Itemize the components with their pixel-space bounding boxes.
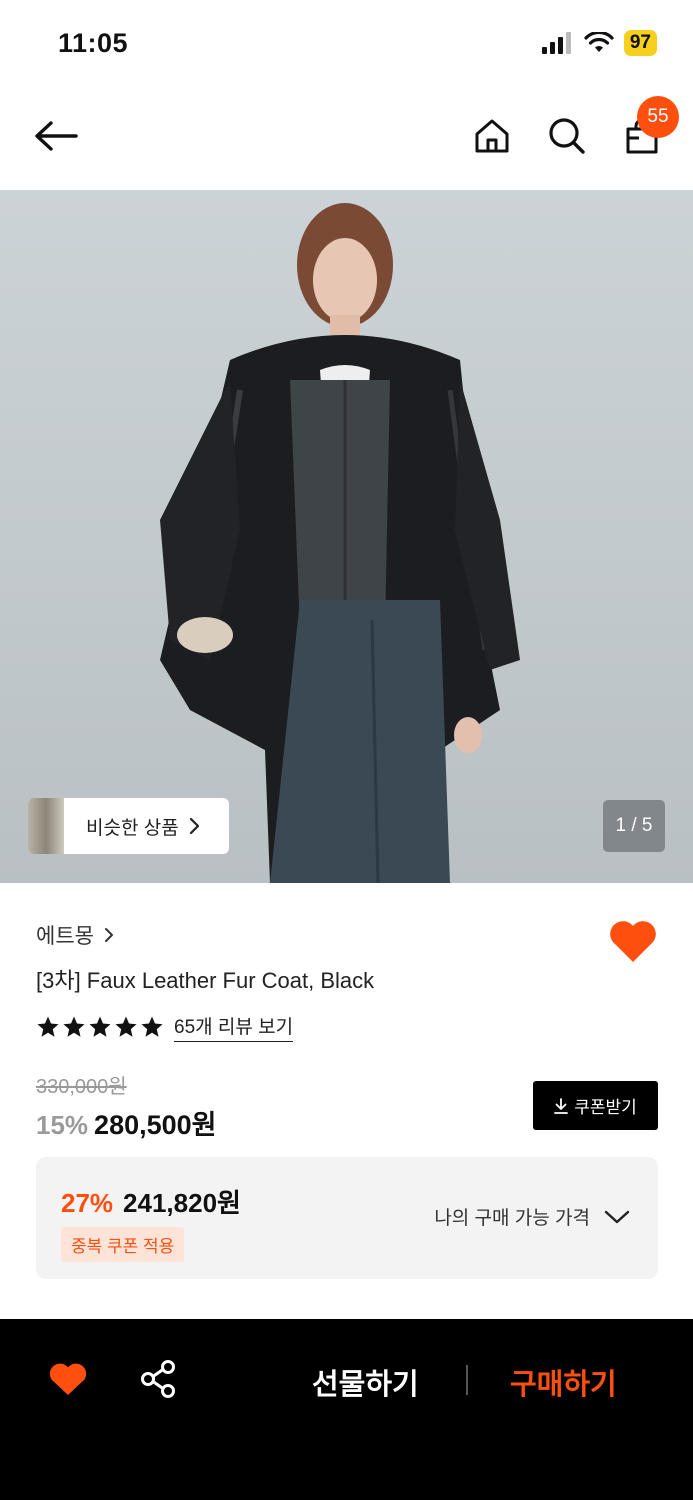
home-button[interactable]: [464, 108, 520, 164]
wifi-icon: [584, 32, 614, 52]
status-bar: 11:05 97: [0, 0, 693, 88]
my-price-label: 나의 구매 가능 가격: [434, 1208, 590, 1229]
chevron-down-icon: [604, 1210, 630, 1223]
sale-price: 280,500원: [94, 1110, 217, 1140]
chevron-right-icon: [104, 928, 113, 942]
star-rating: [36, 1015, 164, 1039]
gift-button[interactable]: 선물하기: [312, 1361, 419, 1403]
star-icon: [89, 1016, 111, 1037]
my-price-box[interactable]: 27% 241,820원 중복 쿠폰 적용 나의 구매 가능 가격: [36, 1157, 658, 1279]
stacked-coupon-badge: 중복 쿠폰 적용: [61, 1227, 185, 1262]
product-title: [3차] Faux Leather Fur Coat, Black: [36, 968, 375, 993]
search-button[interactable]: [539, 108, 595, 164]
my-discount-rate: 27%: [61, 1188, 114, 1218]
product-image[interactable]: 비슷한 상품 1 / 5: [0, 190, 693, 883]
search-icon: [549, 118, 585, 154]
product-photo: [160, 203, 520, 883]
cart-count-badge: 55: [637, 96, 679, 138]
rating-row: 65개 리뷰 보기: [36, 1012, 294, 1042]
coupon-download-button[interactable]: 쿠폰받기: [533, 1081, 658, 1130]
similar-products-thumbnail: [28, 798, 64, 854]
star-icon: [115, 1016, 137, 1037]
share-icon[interactable]: [138, 1359, 178, 1399]
image-counter: 1 / 5: [603, 800, 665, 852]
star-icon: [37, 1016, 59, 1037]
my-price-row: 27% 241,820원: [61, 1183, 241, 1220]
signal-icon: [541, 32, 571, 54]
similar-products-label: 비슷한 상품: [86, 817, 179, 839]
back-button[interactable]: [28, 108, 84, 164]
star-icon: [141, 1016, 163, 1037]
coupon-button-label: 쿠폰받기: [574, 1098, 637, 1117]
heart-icon[interactable]: [48, 1361, 88, 1397]
buy-button[interactable]: 구매하기: [510, 1361, 617, 1403]
review-link[interactable]: 65개 리뷰 보기: [174, 1012, 294, 1042]
status-icons: 97: [541, 30, 657, 56]
discount-rate: 15%: [36, 1110, 89, 1140]
chevron-right-icon: [189, 817, 199, 835]
divider: [466, 1365, 468, 1395]
similar-products-button[interactable]: 비슷한 상품: [28, 798, 229, 854]
battery-indicator: 97: [623, 30, 657, 56]
my-price-toggle[interactable]: 나의 구매 가능 가격: [434, 1203, 630, 1230]
bottom-action-bar: 선물하기 구매하기: [0, 1319, 693, 1500]
original-price: 330,000원: [36, 1076, 127, 1098]
home-icon: [475, 119, 509, 153]
top-nav: [0, 88, 693, 190]
brand-link[interactable]: 에트몽: [36, 920, 114, 950]
my-price: 241,820원: [123, 1188, 241, 1218]
heart-icon[interactable]: [608, 918, 658, 964]
star-icon: [63, 1016, 85, 1037]
brand-name: 에트몽: [36, 925, 94, 948]
status-time: 11:05: [58, 28, 129, 58]
back-arrow-icon: [35, 121, 78, 151]
download-icon: [554, 1097, 569, 1114]
price-row: 15% 280,500원: [36, 1103, 217, 1142]
